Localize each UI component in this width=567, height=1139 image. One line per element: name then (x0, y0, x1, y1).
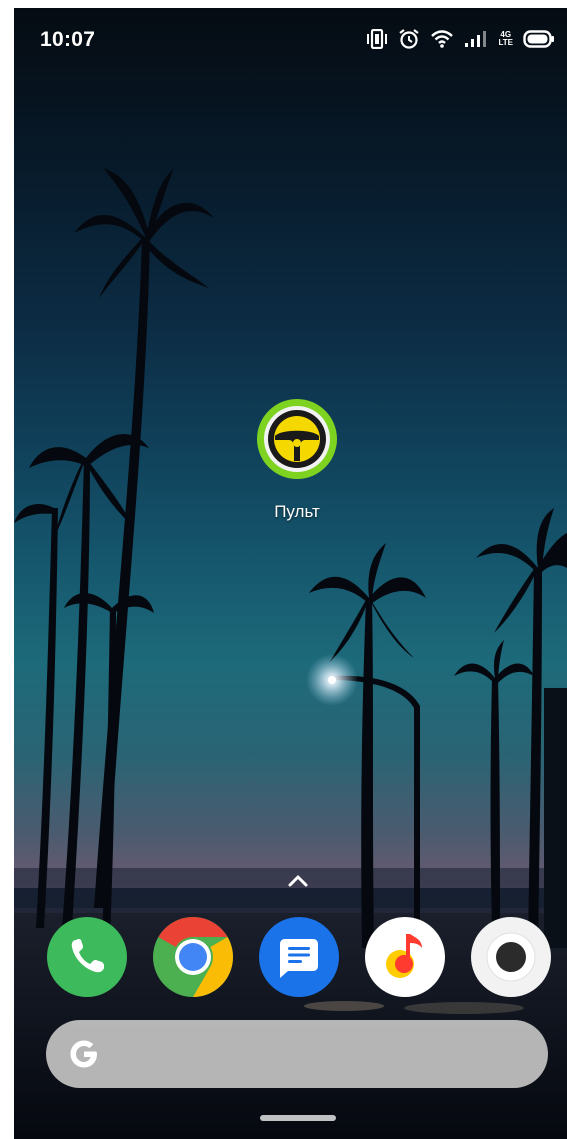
app-label: Пульт (274, 502, 320, 521)
google-g-icon (70, 1040, 97, 1068)
battery-icon (523, 30, 555, 48)
steering-wheel-icon (257, 399, 337, 479)
app-pult[interactable]: Пульт (252, 398, 342, 522)
home-indicator[interactable] (260, 1115, 336, 1121)
home-screen: 10:07 4G LTE Пульт (14, 8, 567, 1139)
chevron-up-icon[interactable] (286, 870, 310, 890)
phone-icon[interactable] (46, 916, 128, 998)
messages-icon[interactable] (258, 916, 340, 998)
vibrate-icon (366, 29, 388, 49)
dock (46, 916, 552, 1000)
status-time: 10:07 (40, 28, 96, 51)
network-type-icon: 4G LTE (498, 31, 513, 47)
alarm-icon (398, 28, 420, 50)
google-search-bar[interactable] (46, 1020, 548, 1088)
status-icons: 4G LTE (366, 26, 555, 52)
wifi-icon (430, 29, 454, 49)
signal-icon (464, 30, 488, 48)
status-bar: 10:07 4G LTE (14, 8, 567, 72)
record-icon[interactable] (470, 916, 552, 998)
chrome-icon[interactable] (152, 916, 234, 998)
music-note-icon[interactable] (364, 916, 446, 998)
network-type-bottom: LTE (498, 38, 513, 47)
